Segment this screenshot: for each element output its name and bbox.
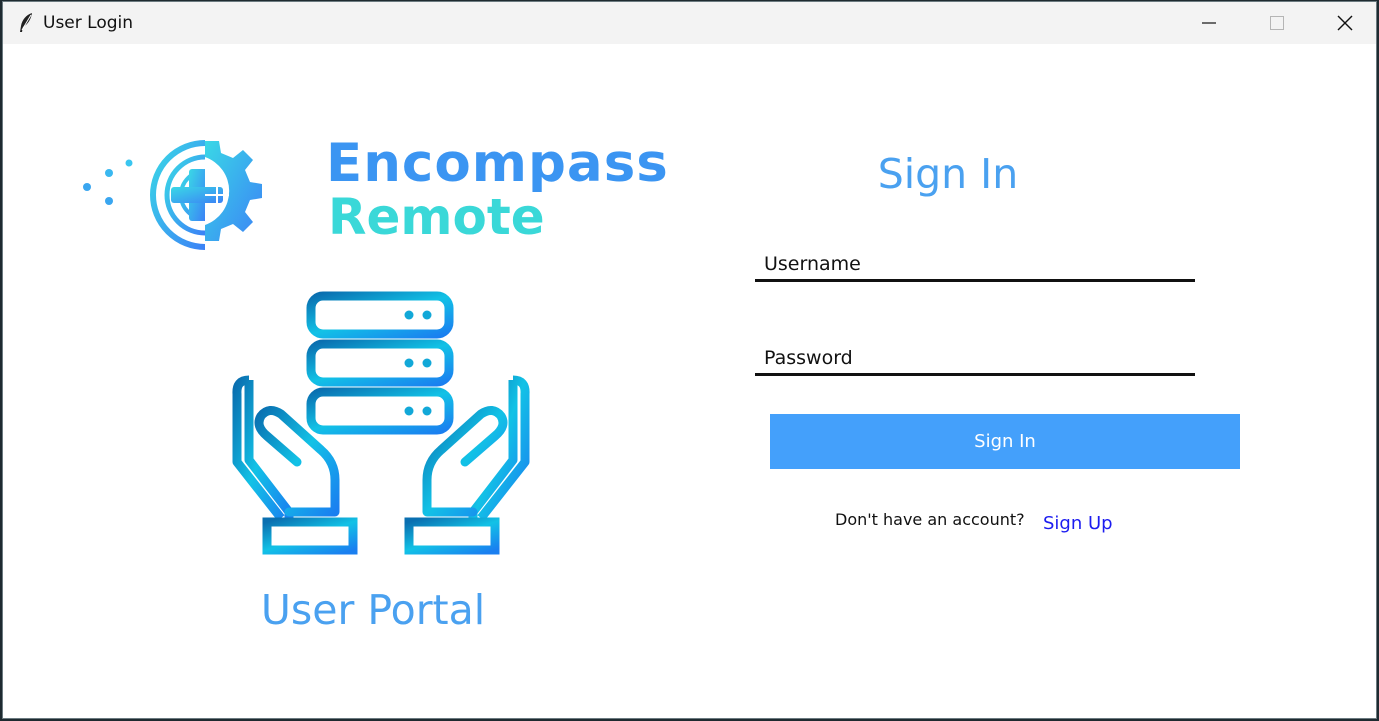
hands-holding-server-icon: [232, 291, 530, 555]
minimize-icon: [1202, 22, 1216, 24]
title-bar[interactable]: User Login: [3, 2, 1376, 44]
signin-title: Sign In: [877, 150, 1019, 198]
login-window: User Login Encompass Remote User Portal …: [2, 1, 1377, 719]
medical-gear-circuit-logo-icon: [83, 140, 262, 250]
username-field[interactable]: [755, 248, 1195, 282]
window-content: Encompass Remote User Portal Sign In Use…: [3, 44, 1376, 718]
minimize-button[interactable]: [1175, 2, 1243, 44]
no-account-text: Don't have an account?: [835, 510, 1025, 529]
window-title: User Login: [43, 13, 134, 33]
password-field[interactable]: [755, 342, 1195, 376]
brand-name-line2: Remote: [328, 188, 545, 246]
sign-in-button[interactable]: Sign In: [770, 414, 1240, 469]
user-portal-label: User Portal: [260, 586, 486, 634]
close-icon: [1337, 15, 1353, 31]
feather-icon: [20, 13, 32, 32]
maximize-button[interactable]: [1243, 2, 1311, 44]
close-button[interactable]: [1311, 2, 1376, 44]
sign-up-link[interactable]: Sign Up: [1043, 513, 1113, 534]
maximize-icon: [1270, 16, 1284, 30]
brand-name-line1: Encompass: [326, 133, 669, 194]
